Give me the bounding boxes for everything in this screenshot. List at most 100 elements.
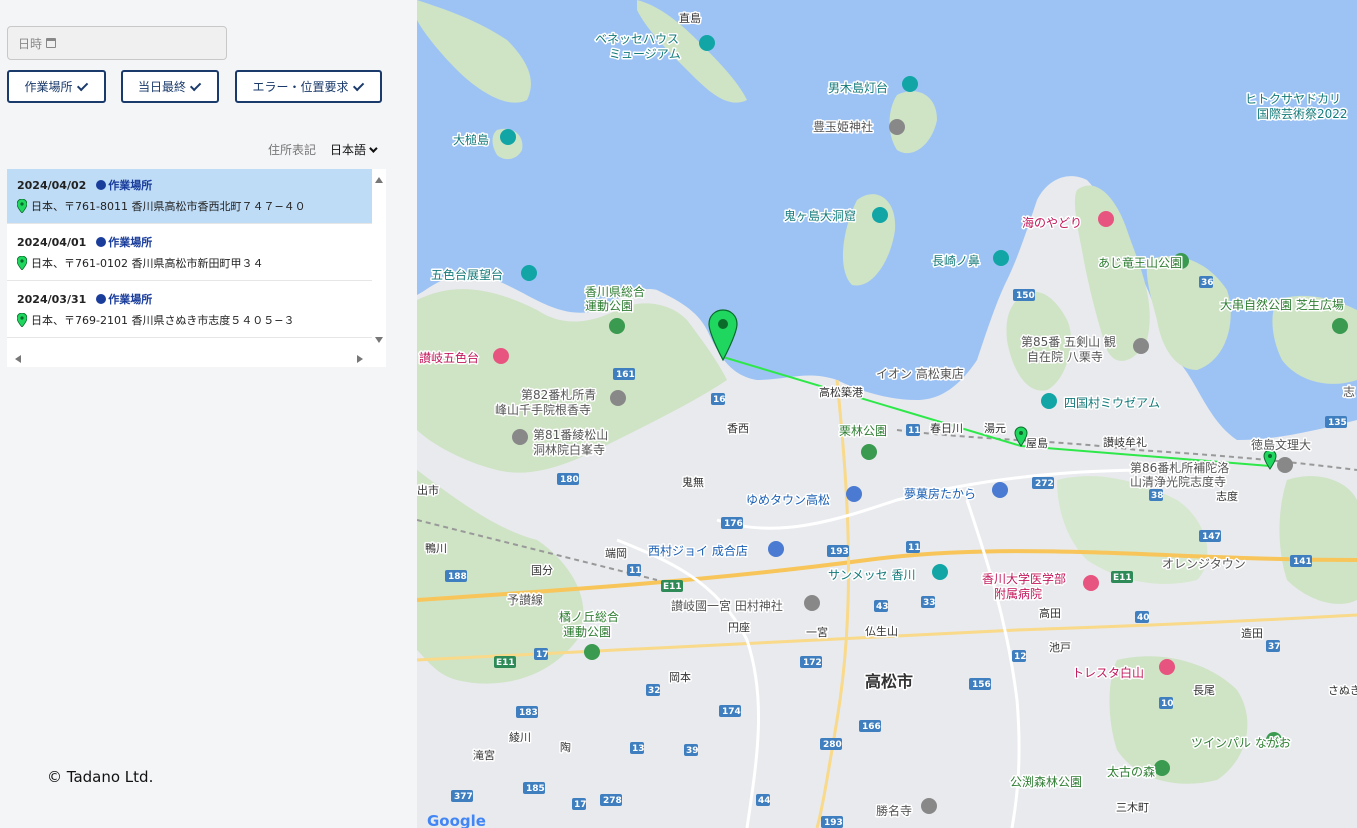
map-label: 屋島	[1026, 436, 1048, 450]
route-shield: 377	[451, 790, 473, 802]
event-hall-poi-icon[interactable]	[932, 564, 948, 580]
svg-text:E11: E11	[663, 582, 682, 592]
list-item[interactable]: 2024/04/01 作業場所 日本、〒761-0102 香川県高松市新田町甲３…	[7, 226, 372, 281]
viewpoint-poi-icon[interactable]	[521, 265, 537, 281]
map-label: 高松築港	[819, 385, 863, 399]
list-item[interactable]: 2024/04/02 作業場所 日本、〒761-8011 香川県高松市香西北町７…	[7, 169, 372, 224]
hotel-poi-icon[interactable]	[493, 348, 509, 364]
sidebar-panel: 日時 作業場所 当日最終 エラー・位置要求 住所表記 日本語 2024/04/0…	[0, 0, 417, 828]
map-label: 運動公園	[563, 625, 611, 639]
map-label: 香川県総合	[585, 284, 645, 299]
shopping-poi-icon[interactable]	[768, 541, 784, 557]
map-view[interactable]: 直島 ベネッセハウス ミュージアム 男木島灯台 豊玉姫神社 ヒトクサヤドカリ 国…	[417, 0, 1357, 828]
route-shield: 161	[613, 368, 635, 380]
svg-text:37: 37	[1268, 642, 1281, 652]
temple-poi-icon[interactable]	[1133, 338, 1149, 354]
svg-text:377: 377	[454, 792, 473, 802]
svg-text:141: 141	[1293, 557, 1312, 567]
museum-poi-icon[interactable]	[1041, 393, 1057, 409]
park-poi-icon[interactable]	[861, 444, 877, 460]
map-label: 予讃線	[507, 592, 543, 607]
map-label: 造田	[1241, 626, 1263, 640]
shrine-poi-icon[interactable]	[804, 595, 820, 611]
map-label: ミュージアム	[609, 47, 681, 61]
record-type: 作業場所	[108, 293, 153, 306]
route-shield: 43	[874, 600, 889, 612]
filter-error-location-request-label: エラー・位置要求	[252, 80, 349, 94]
scroll-right-arrow-icon[interactable]	[357, 355, 363, 363]
park-poi-icon[interactable]	[584, 644, 600, 660]
park-poi-icon[interactable]	[1154, 760, 1170, 776]
map-label: 公渕森林公園	[1010, 774, 1082, 789]
map-label: 洞林院白峯寺	[533, 442, 605, 457]
date-filter-input[interactable]: 日時	[7, 26, 227, 60]
route-shield: 278	[600, 794, 622, 806]
filter-day-last-button[interactable]: 当日最終	[121, 70, 219, 103]
map-label: 岡本	[669, 670, 691, 684]
route-shield: 12	[1012, 650, 1027, 662]
map-label: 第82番札所青	[521, 388, 596, 402]
hospital-poi-icon[interactable]	[1083, 575, 1099, 591]
map-label: 端岡	[605, 547, 627, 560]
map-label: 高田	[1039, 606, 1061, 620]
svg-text:11: 11	[629, 566, 642, 576]
svg-text:174: 174	[722, 707, 741, 717]
map-pin-icon	[17, 313, 27, 327]
map-label: 綾川	[509, 731, 531, 744]
svg-text:278: 278	[603, 796, 622, 806]
cape-poi-icon[interactable]	[993, 250, 1009, 266]
cave-poi-icon[interactable]	[872, 207, 888, 223]
svg-text:E11: E11	[1113, 573, 1132, 583]
hotel-poi-icon[interactable]	[1159, 659, 1175, 675]
map-label: 太古の森	[1107, 764, 1155, 779]
lighthouse-poi-icon[interactable]	[902, 76, 918, 92]
map-label: 峰山千手院根香寺	[495, 403, 591, 417]
google-logo: Google	[427, 812, 486, 828]
record-type: 作業場所	[108, 179, 153, 192]
shopping-poi-icon[interactable]	[846, 486, 862, 502]
svg-text:193: 193	[824, 818, 843, 828]
route-shield: E11	[661, 580, 683, 592]
route-shield: E11	[1111, 571, 1133, 583]
map-label: ツインパル ながお	[1191, 735, 1291, 750]
map-label: 池戸	[1049, 641, 1071, 654]
svg-text:166: 166	[862, 722, 881, 732]
map-label: サンメッセ 香川	[828, 568, 915, 582]
svg-text:156: 156	[972, 680, 991, 690]
horizontal-scrollbar[interactable]	[7, 352, 372, 366]
route-shield: 44	[756, 794, 771, 806]
scroll-left-arrow-icon[interactable]	[15, 355, 21, 363]
filter-error-location-request-button[interactable]: エラー・位置要求	[235, 70, 382, 103]
vertical-scrollbar[interactable]	[372, 169, 386, 349]
calendar-icon	[46, 38, 57, 48]
school-poi-icon[interactable]	[1277, 457, 1293, 473]
scroll-up-arrow-icon[interactable]	[375, 177, 383, 183]
scroll-down-arrow-icon[interactable]	[375, 337, 383, 343]
temple-poi-icon[interactable]	[610, 390, 626, 406]
park-poi-icon[interactable]	[609, 318, 625, 334]
record-address: 日本、〒761-0102 香川県高松市新田町甲３４	[31, 257, 264, 270]
route-shield: 280	[820, 738, 842, 750]
park-poi-icon[interactable]	[1332, 318, 1348, 334]
temple-poi-icon[interactable]	[512, 429, 528, 445]
shrine-poi-icon[interactable]	[889, 119, 905, 135]
svg-text:147: 147	[1202, 532, 1221, 542]
route-shield: 38	[1149, 489, 1164, 501]
shopping-poi-icon[interactable]	[992, 482, 1008, 498]
list-item[interactable]: 2024/03/31 作業場所 日本、〒769-2101 香川県さぬき市志度５４…	[7, 283, 372, 338]
museum-poi-icon[interactable]	[699, 35, 715, 51]
language-select[interactable]: 日本語	[330, 141, 378, 158]
temple-poi-icon[interactable]	[921, 798, 937, 814]
record-address: 日本、〒769-2101 香川県さぬき市志度５４０５−３	[31, 314, 295, 327]
hotel-poi-icon[interactable]	[1098, 211, 1114, 227]
island-poi-icon[interactable]	[500, 129, 516, 145]
map-canvas[interactable]: 直島 ベネッセハウス ミュージアム 男木島灯台 豊玉姫神社 ヒトクサヤドカリ 国…	[417, 0, 1357, 828]
language-select-value: 日本語	[330, 143, 367, 157]
filter-work-location-button[interactable]: 作業場所	[7, 70, 106, 103]
record-type: 作業場所	[108, 236, 153, 249]
map-label: 大槌島	[453, 132, 489, 147]
map-label: 讃岐國一宮 田村神社	[671, 598, 783, 613]
route-shield: 150	[1013, 289, 1035, 301]
map-label: 西村ジョイ 成合店	[648, 543, 748, 558]
record-date: 2024/04/01	[17, 235, 87, 249]
